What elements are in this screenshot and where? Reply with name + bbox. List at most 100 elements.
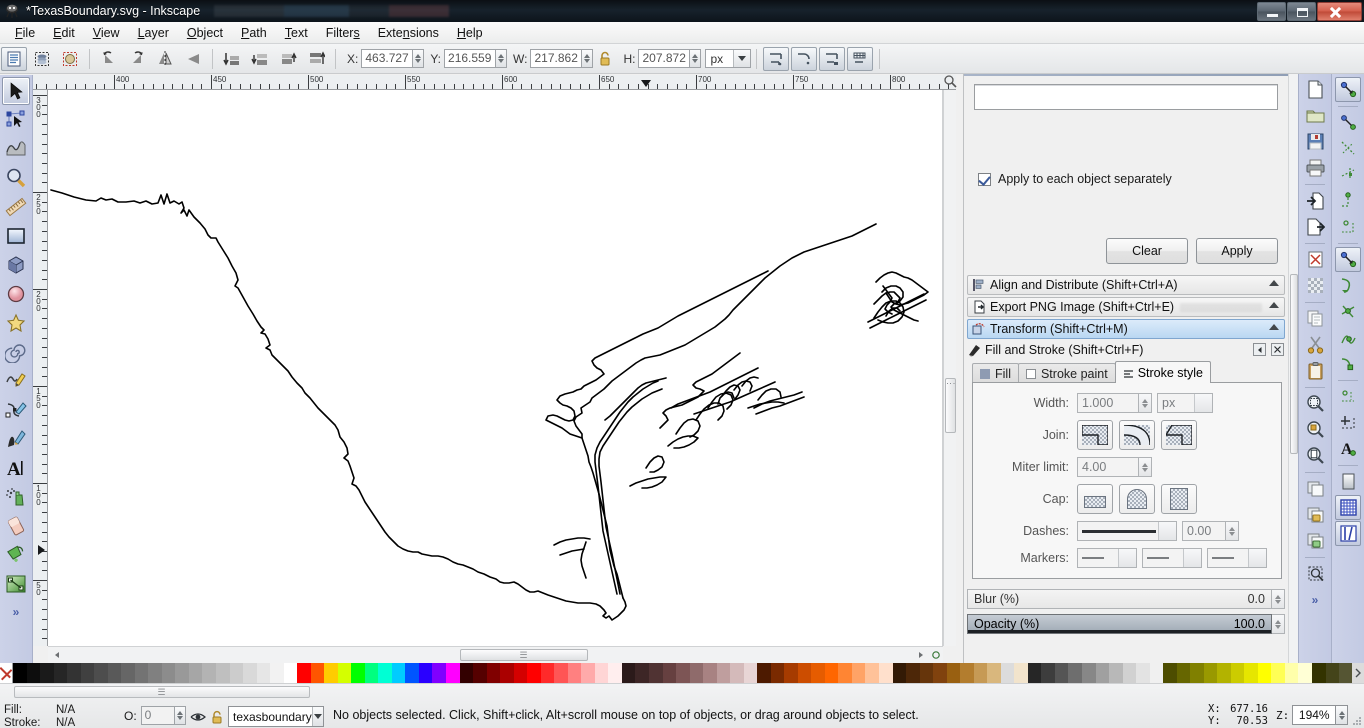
- palette-swatch[interactable]: [648, 663, 663, 683]
- bezier-tool[interactable]: [2, 396, 30, 424]
- palette-swatch[interactable]: [662, 663, 677, 683]
- snap-guides-icon[interactable]: [1335, 521, 1361, 546]
- ellipse-tool[interactable]: [2, 280, 30, 308]
- blur-stepper[interactable]: [1272, 589, 1285, 609]
- group-icon[interactable]: [1302, 502, 1328, 527]
- selector-tool[interactable]: [2, 77, 30, 105]
- h-input[interactable]: 207.872: [638, 49, 691, 68]
- save-document-icon[interactable]: [1302, 129, 1328, 154]
- palette-swatch[interactable]: [202, 663, 216, 683]
- y-stepper[interactable]: [496, 49, 508, 68]
- palette-swatch[interactable]: [53, 663, 68, 683]
- palette-swatch[interactable]: [851, 663, 866, 683]
- palette-swatch[interactable]: [446, 663, 460, 683]
- palette-swatch[interactable]: [513, 663, 528, 683]
- transform-list-area[interactable]: [974, 84, 1278, 110]
- miter-limit-stepper[interactable]: [1139, 457, 1152, 477]
- palette-swatch[interactable]: [107, 663, 122, 683]
- palette-swatch[interactable]: [743, 663, 758, 683]
- flip-horizontal-icon[interactable]: [152, 47, 178, 71]
- canvas-horizontal-scrollbar[interactable]: ☰: [48, 646, 943, 663]
- snap-bounding-box-icon[interactable]: [1335, 110, 1361, 135]
- chevron-up-icon[interactable]: [1269, 280, 1279, 286]
- paint-bucket-tool[interactable]: [2, 541, 30, 569]
- palette-swatch[interactable]: [473, 663, 487, 683]
- chevron-up-icon-2[interactable]: [1269, 302, 1279, 308]
- palette-swatch[interactable]: [40, 663, 54, 683]
- dock-float-button[interactable]: [1253, 343, 1266, 356]
- commands-bar-overflow[interactable]: »: [1312, 593, 1319, 607]
- palette-swatch[interactable]: [256, 663, 271, 683]
- zoom-drawing-icon[interactable]: [1302, 417, 1328, 442]
- stroke-width-input[interactable]: 1.000: [1077, 393, 1139, 413]
- palette-swatch[interactable]: [824, 663, 839, 683]
- import-icon[interactable]: [1302, 188, 1328, 213]
- palette-swatch[interactable]: [987, 663, 1001, 683]
- zoom-tool[interactable]: [2, 164, 30, 192]
- palette-swatch[interactable]: [1325, 663, 1340, 683]
- palette-swatch[interactable]: [1230, 663, 1245, 683]
- palette-swatch[interactable]: [1217, 663, 1231, 683]
- lower-to-bottom-icon[interactable]: [219, 47, 245, 71]
- dialog-bar-transform[interactable]: Transform (Shift+Ctrl+M): [967, 319, 1285, 339]
- palette-swatch[interactable]: [635, 663, 649, 683]
- palette-swatch[interactable]: [973, 663, 988, 683]
- snap-grid-icon[interactable]: [1335, 495, 1361, 520]
- apply-each-object-checkbox[interactable]: [978, 172, 991, 186]
- menu-extensions[interactable]: Extensions: [369, 24, 448, 42]
- layer-lock-icon[interactable]: [209, 709, 225, 725]
- square-cap-button[interactable]: [1161, 484, 1197, 514]
- layer-visibility-icon[interactable]: [190, 709, 206, 725]
- palette-swatch[interactable]: [567, 663, 582, 683]
- marker-mid-select[interactable]: [1142, 548, 1202, 568]
- opacity-stepper[interactable]: [1272, 614, 1285, 634]
- palette-swatch[interactable]: [432, 663, 446, 683]
- palette-swatch[interactable]: [1095, 663, 1110, 683]
- palette-swatch[interactable]: [946, 663, 961, 683]
- bevel-join-button[interactable]: [1161, 420, 1197, 450]
- zoom-input[interactable]: 194%: [1292, 705, 1337, 725]
- w-input[interactable]: 217.862: [530, 49, 583, 68]
- apply-button[interactable]: Apply: [1196, 238, 1278, 264]
- palette-swatch[interactable]: [391, 663, 406, 683]
- rotate-ccw-icon[interactable]: [96, 47, 122, 71]
- palette-swatch[interactable]: [134, 663, 149, 683]
- clipboard-icon[interactable]: [1302, 358, 1328, 383]
- palette-swatch[interactable]: [703, 663, 717, 683]
- palette-swatch[interactable]: [161, 663, 176, 683]
- dialog-bar-align-distribute[interactable]: Align and Distribute (Shift+Ctrl+A): [967, 275, 1285, 295]
- canvas-lock-icon[interactable]: [929, 648, 942, 662]
- palette-swatch[interactable]: [540, 663, 555, 683]
- export-icon[interactable]: [1302, 214, 1328, 239]
- duplicate-icon[interactable]: [1302, 306, 1328, 331]
- palette-swatch[interactable]: [784, 663, 798, 683]
- x-stepper[interactable]: [413, 49, 425, 68]
- w-stepper[interactable]: [582, 49, 594, 68]
- palette-swatch[interactable]: [459, 663, 474, 683]
- snap-bbox-edges-icon[interactable]: [1335, 136, 1361, 161]
- palette-swatch[interactable]: [1176, 663, 1191, 683]
- palette-swatch[interactable]: [243, 663, 257, 683]
- palette-swatch[interactable]: [337, 663, 352, 683]
- box3d-tool[interactable]: [2, 251, 30, 279]
- affect-gradients-icon[interactable]: [819, 46, 846, 71]
- select-all-in-all-layers-icon[interactable]: [29, 47, 55, 71]
- stroke-width-stepper[interactable]: [1139, 393, 1152, 413]
- dash-pattern-select[interactable]: [1077, 521, 1177, 541]
- affect-patterns-icon[interactable]: [847, 46, 874, 71]
- print-document-icon[interactable]: [1302, 155, 1328, 180]
- palette-swatch[interactable]: [1339, 663, 1353, 683]
- palette-swatch[interactable]: [594, 663, 609, 683]
- scrollbar-thumb[interactable]: ⋮: [945, 378, 956, 433]
- palette-swatch[interactable]: [1271, 663, 1285, 683]
- palette-swatch[interactable]: [148, 663, 162, 683]
- palette-swatch[interactable]: [919, 663, 934, 683]
- marker-end-select[interactable]: [1207, 548, 1267, 568]
- palette-swatch[interactable]: [838, 663, 852, 683]
- eraser-tool[interactable]: [2, 512, 30, 540]
- palette-swatch[interactable]: [1284, 663, 1299, 683]
- h-stepper[interactable]: [690, 49, 702, 68]
- palette-swatch[interactable]: [797, 663, 812, 683]
- palette-swatch[interactable]: [1027, 663, 1042, 683]
- enable-snapping-icon[interactable]: [1335, 77, 1361, 102]
